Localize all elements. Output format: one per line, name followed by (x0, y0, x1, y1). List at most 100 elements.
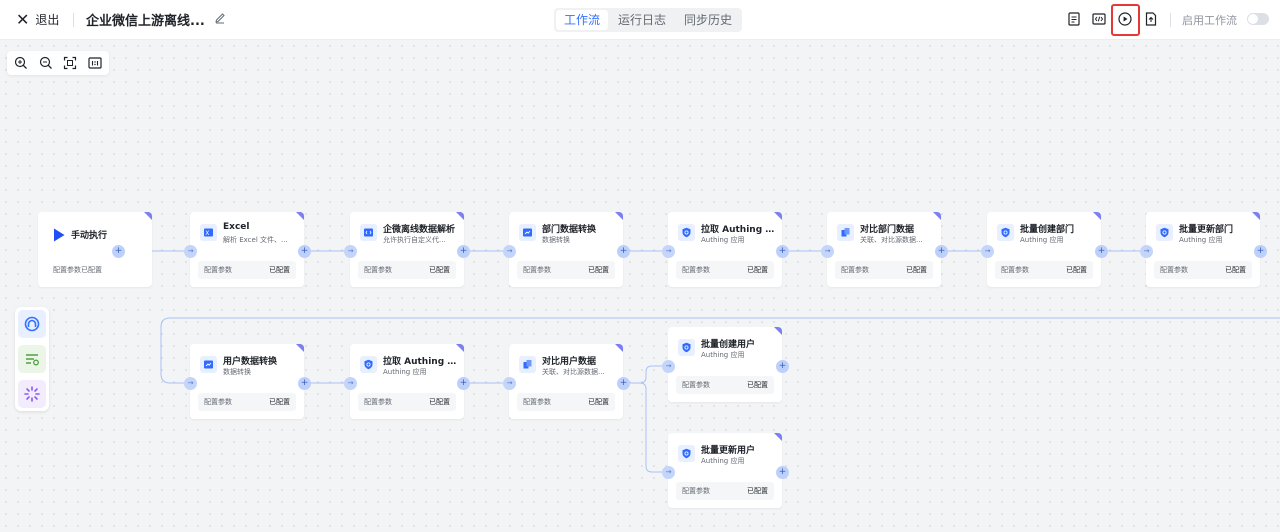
config-status: 已配置 (906, 266, 927, 274)
add-node-button[interactable]: + (776, 245, 789, 258)
node-config: 配置参数 已配置 (517, 393, 615, 411)
node-config: 配置参数 已配置 (198, 393, 296, 411)
add-node-button[interactable]: + (457, 377, 470, 390)
config-status: 已配置 (747, 381, 768, 389)
node-corner (1252, 212, 1260, 220)
trigger-icon[interactable] (18, 310, 46, 338)
actual-size-icon[interactable] (87, 55, 103, 71)
node-subtitle: Authing 应用 (701, 457, 745, 465)
add-node-button[interactable]: + (776, 466, 789, 479)
zoom-out-icon[interactable] (38, 55, 54, 71)
node-config: 配置参数 已配置 (1154, 261, 1252, 279)
config-status: 已配置 (588, 266, 609, 274)
config-label: 配置参数 (523, 266, 551, 274)
compare-icon (519, 356, 536, 373)
authing-shield-icon (360, 356, 377, 373)
excel-icon: X (200, 224, 217, 241)
node-config: 配置参数 已配置 (45, 261, 143, 279)
input-port[interactable]: → (821, 245, 834, 258)
node-subtitle: Authing 应用 (1179, 236, 1223, 244)
zoom-toolbar (7, 51, 109, 75)
input-port[interactable]: → (344, 245, 357, 258)
node-corner (774, 212, 782, 220)
add-node-button[interactable]: + (617, 245, 630, 258)
node-batch-create-dept[interactable]: 批量创建部门 Authing 应用 配置参数 已配置 (987, 212, 1101, 287)
input-port[interactable]: → (184, 377, 197, 390)
input-port[interactable]: → (184, 245, 197, 258)
node-corner (774, 327, 782, 335)
node-user-convert[interactable]: 用户数据转换 数据转换 配置参数 已配置 (190, 344, 304, 419)
config-label: 配置参数 (682, 381, 710, 389)
node-config: 配置参数 已配置 (517, 261, 615, 279)
node-title: Excel (223, 222, 250, 232)
config-label: 配置参数 (523, 398, 551, 406)
node-corner (456, 344, 464, 352)
node-batch-update-dept[interactable]: 批量更新部门 Authing 应用 配置参数 已配置 (1146, 212, 1260, 287)
add-node-button[interactable]: + (1095, 245, 1108, 258)
add-node-button[interactable]: + (112, 245, 125, 258)
authing-shield-icon (678, 224, 695, 241)
node-wecom-parse[interactable]: 企微离线数据解析 允许执行自定义代... 配置参数 已配置 (350, 212, 464, 287)
input-port[interactable]: → (503, 377, 516, 390)
input-port[interactable]: → (662, 245, 675, 258)
node-config: 配置参数 已配置 (835, 261, 933, 279)
node-subtitle: 关联、对比源数据... (542, 368, 605, 376)
add-node-button[interactable]: + (617, 377, 630, 390)
fit-view-icon[interactable] (62, 55, 78, 71)
node-config: 配置参数 已配置 (676, 482, 774, 500)
node-title: 批量创建用户 (701, 340, 756, 350)
authing-shield-icon (678, 339, 695, 356)
input-port[interactable]: → (344, 377, 357, 390)
loading-icon[interactable] (18, 380, 46, 408)
input-port[interactable]: → (981, 245, 994, 258)
node-subtitle: Authing 应用 (701, 351, 745, 359)
node-dept-convert[interactable]: 部门数据转换 数据转换 配置参数 已配置 (509, 212, 623, 287)
node-config: 配置参数 已配置 (676, 376, 774, 394)
add-node-button[interactable]: + (298, 377, 311, 390)
node-title: 企微离线数据解析 (383, 225, 456, 235)
node-subtitle: 数据转换 (542, 236, 570, 244)
list-settings-icon[interactable] (18, 345, 46, 373)
config-status: 已配置 (81, 266, 102, 274)
node-pull-user[interactable]: 拉取 Authing 用... Authing 应用 配置参数 已配置 (350, 344, 464, 419)
node-batch-create-user[interactable]: 批量创建用户 Authing 应用 配置参数 已配置 (668, 327, 782, 402)
add-node-button[interactable]: + (457, 245, 470, 258)
node-title: 批量创建部门 (1020, 225, 1075, 235)
authing-shield-icon (1156, 224, 1173, 241)
node-config: 配置参数 已配置 (676, 261, 774, 279)
config-label: 配置参数 (364, 266, 392, 274)
input-port[interactable]: → (662, 466, 675, 479)
node-compare-dept[interactable]: 对比部门数据 关联、对比源数据... 配置参数 已配置 (827, 212, 941, 287)
compare-icon (837, 224, 854, 241)
add-node-button[interactable]: + (298, 245, 311, 258)
config-status: 已配置 (1225, 266, 1246, 274)
node-pull-dept[interactable]: 拉取 Authing 部... Authing 应用 配置参数 已配置 (668, 212, 782, 287)
input-port[interactable]: → (662, 360, 675, 373)
node-subtitle: 数据转换 (223, 368, 251, 376)
config-label: 配置参数 (204, 266, 232, 274)
transform-icon (519, 224, 536, 241)
node-title: 对比部门数据 (860, 225, 915, 235)
zoom-in-icon[interactable] (13, 55, 29, 71)
config-label: 配置参数 (204, 398, 232, 406)
node-excel[interactable]: X Excel 解析 Excel 文件、... 配置参数 已配置 (190, 212, 304, 287)
node-title: 批量更新部门 (1179, 225, 1234, 235)
node-config: 配置参数 已配置 (995, 261, 1093, 279)
node-palette (15, 307, 49, 411)
add-node-button[interactable]: + (776, 360, 789, 373)
config-label: 配置参数 (841, 266, 869, 274)
node-manual-trigger[interactable]: 手动执行 配置参数 已配置 (38, 212, 152, 287)
config-label: 配置参数 (364, 398, 392, 406)
add-node-button[interactable]: + (1254, 245, 1267, 258)
add-node-button[interactable]: + (935, 245, 948, 258)
node-batch-update-user[interactable]: 批量更新用户 Authing 应用 配置参数 已配置 (668, 433, 782, 508)
config-label: 配置参数 (1160, 266, 1188, 274)
authing-shield-icon (997, 224, 1014, 241)
config-status: 已配置 (269, 398, 290, 406)
node-compare-user[interactable]: 对比用户数据 关联、对比源数据... 配置参数 已配置 (509, 344, 623, 419)
node-subtitle: Authing 应用 (701, 236, 745, 244)
input-port[interactable]: → (503, 245, 516, 258)
node-corner (615, 344, 623, 352)
play-icon (50, 226, 67, 243)
input-port[interactable]: → (1140, 245, 1153, 258)
